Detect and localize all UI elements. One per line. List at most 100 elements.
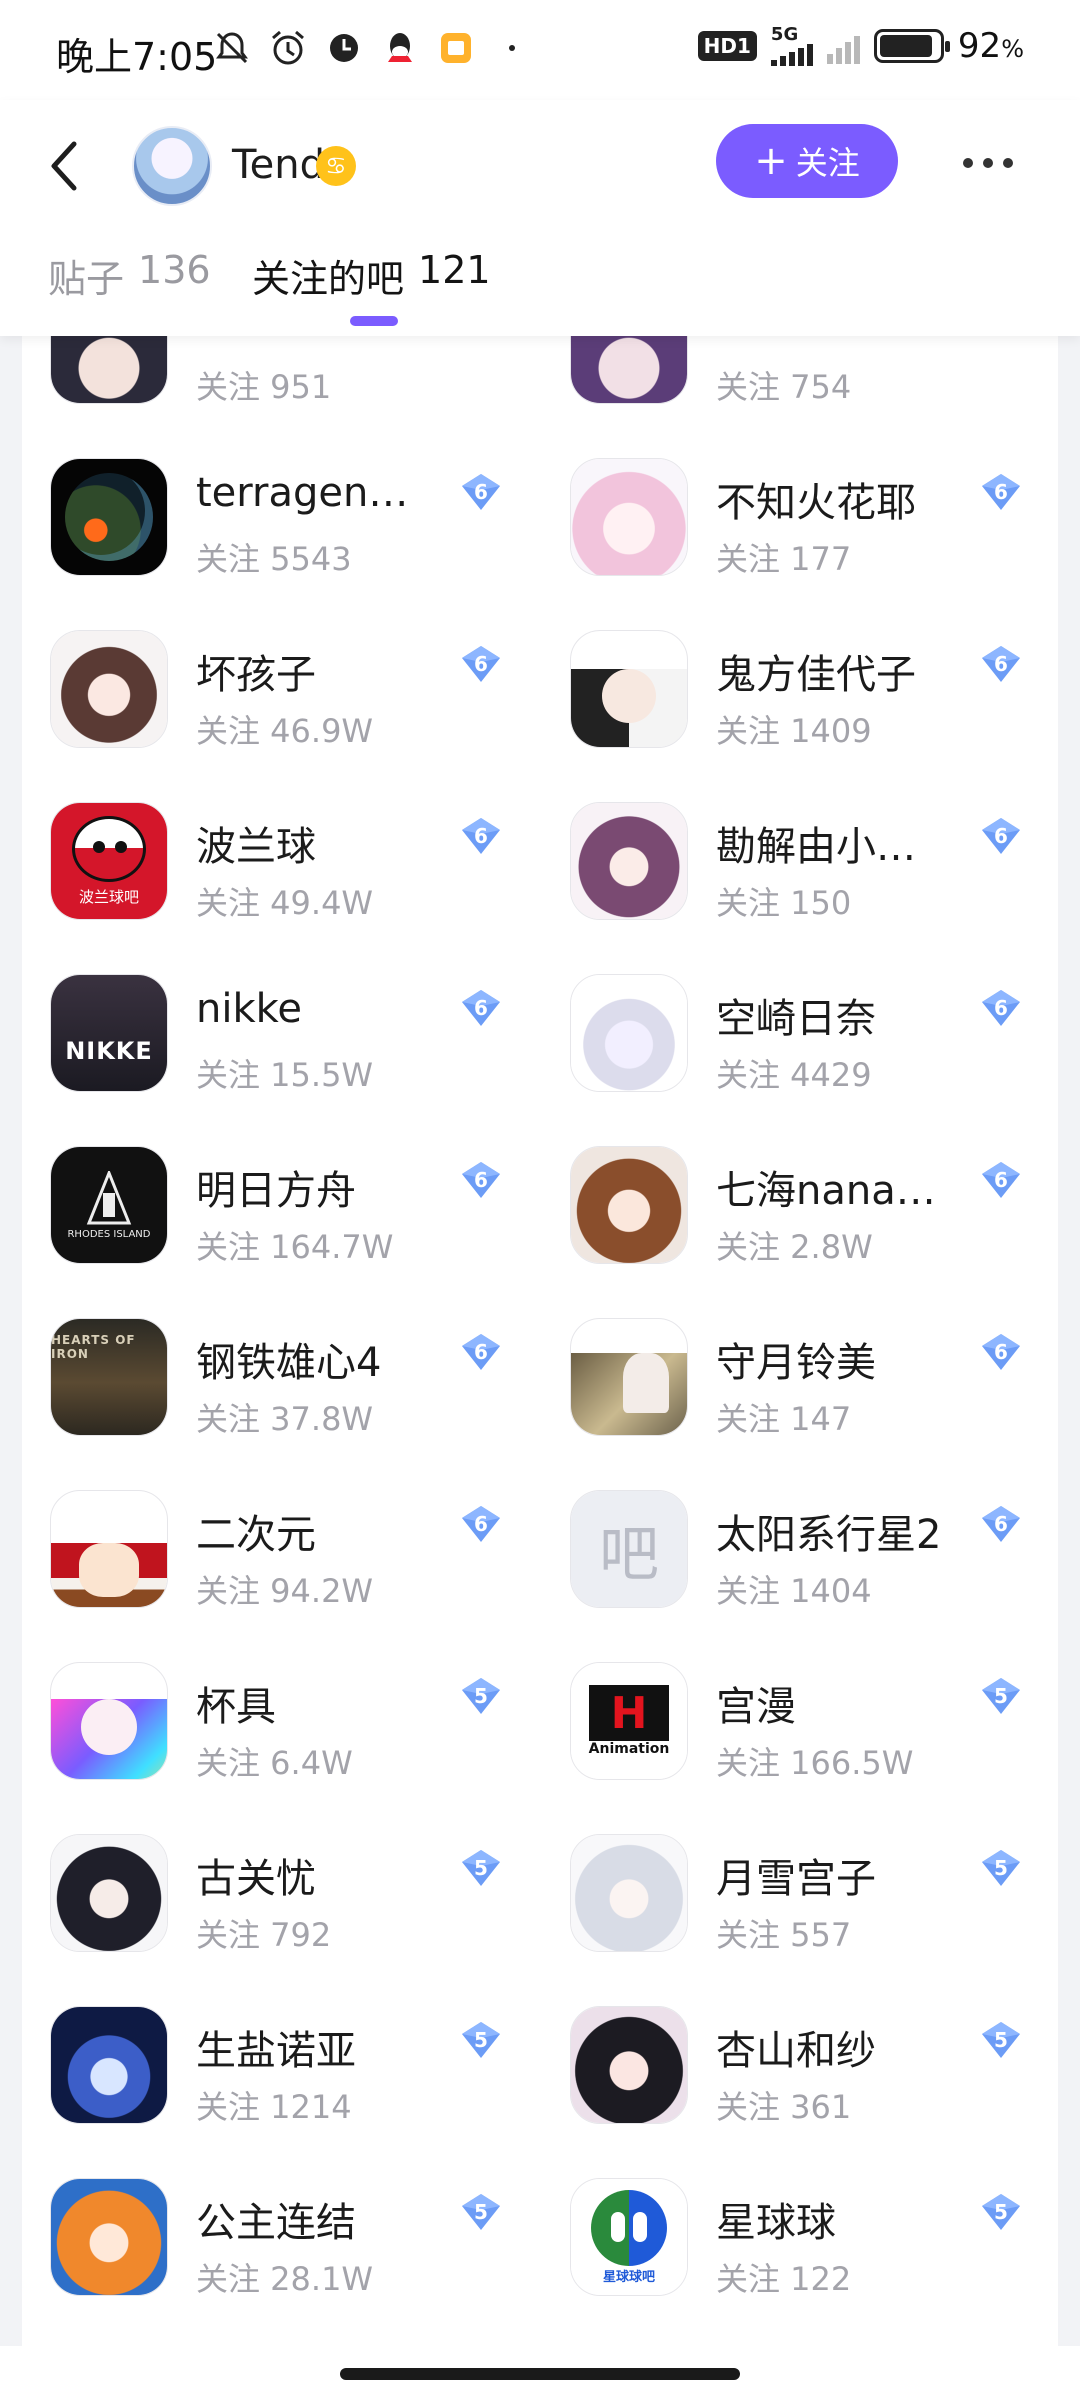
bar-item[interactable]: 公主连结 关注 28.1W 5 bbox=[22, 2144, 542, 2316]
level-number: 6 bbox=[474, 480, 488, 504]
notes-icon bbox=[441, 33, 471, 63]
bar-item[interactable]: 关注 951 bbox=[22, 336, 542, 424]
bar-follower-count: 关注 37.8W bbox=[196, 1400, 374, 1438]
level-number: 5 bbox=[474, 2028, 488, 2052]
bar-avatar bbox=[570, 458, 688, 576]
avatar-text: 波兰球吧 bbox=[78, 887, 139, 906]
bar-name: 不知火花耶 bbox=[716, 480, 916, 526]
bar-avatar bbox=[570, 1146, 688, 1264]
bar-avatar bbox=[570, 802, 688, 920]
bars-row: 关注 951 关注 754 bbox=[22, 336, 1058, 424]
level-badge-icon: 5 bbox=[980, 1676, 1022, 1716]
bar-avatar bbox=[50, 2178, 168, 2296]
bar-item[interactable]: 空崎日奈 关注 4429 6 bbox=[542, 940, 1058, 1112]
bar-item[interactable]: 星球球吧 星球球 关注 122 5 bbox=[542, 2144, 1058, 2316]
bar-item[interactable]: 月雪宫子 关注 557 5 bbox=[542, 1800, 1058, 1972]
chevron-left-icon[interactable] bbox=[40, 134, 96, 198]
level-number: 6 bbox=[474, 652, 488, 676]
bar-name: terragenesis bbox=[196, 470, 432, 516]
status-bar: 晚上7:05 HD1 5G 92% bbox=[0, 0, 1080, 100]
bar-item[interactable]: RHODES ISLAND 明日方舟关注 164.7W 6 bbox=[22, 1112, 542, 1284]
bar-item[interactable]: 坏孩子 关注 46.9W 6 bbox=[22, 596, 542, 768]
level-badge-icon: 6 bbox=[460, 472, 502, 512]
level-badge-icon: 5 bbox=[460, 1848, 502, 1888]
bar-avatar bbox=[50, 458, 168, 576]
level-badge-icon: 6 bbox=[460, 816, 502, 856]
hd-badge: HD1 bbox=[697, 31, 757, 61]
bar-item[interactable]: 不知火花耶关注 177 6 bbox=[542, 424, 1058, 596]
bar-item[interactable]: H Animation 宫漫 关注 166.5W 5 bbox=[542, 1628, 1058, 1800]
follow-button[interactable]: + 关注 bbox=[716, 124, 898, 198]
user-name[interactable]: Tend bbox=[232, 142, 325, 188]
level-badge-icon: 5 bbox=[980, 2192, 1022, 2232]
level-number: 6 bbox=[994, 652, 1008, 676]
bar-item[interactable]: 波兰球吧 波兰球 关注 49.4W 6 bbox=[22, 768, 542, 940]
placeholder-avatar: 吧 bbox=[571, 1491, 687, 1607]
bars-row: 波兰球吧 波兰球 关注 49.4W 6 勘解由小路… 关注 150 6 bbox=[22, 768, 1058, 940]
tab-followed-bars[interactable]: 关注的吧 121 bbox=[252, 248, 491, 303]
level-number: 6 bbox=[474, 1168, 488, 1192]
tab-followed-bars-count: 121 bbox=[418, 248, 491, 292]
bar-item[interactable]: 生盐诺亚 关注 1214 5 bbox=[22, 1972, 542, 2144]
bar-avatar bbox=[50, 1662, 168, 1780]
bar-avatar bbox=[570, 974, 688, 1092]
bar-follower-count: 关注 28.1W bbox=[196, 2260, 374, 2298]
level-number: 6 bbox=[994, 480, 1008, 504]
bar-item[interactable]: 关注 754 bbox=[542, 336, 1058, 424]
bar-item[interactable]: HEARTS OF IRON 钢铁雄心4 关注 37.8W 6 bbox=[22, 1284, 542, 1456]
bar-follower-count: 关注 164.7W bbox=[196, 1228, 394, 1266]
tab-posts-count: 136 bbox=[138, 248, 211, 292]
level-badge-icon: 5 bbox=[460, 1676, 502, 1716]
bar-item[interactable]: 杏山和纱 关注 361 5 bbox=[542, 1972, 1058, 2144]
level-number: 5 bbox=[474, 1684, 488, 1708]
bar-item[interactable]: 勘解由小路… 关注 150 6 bbox=[542, 768, 1058, 940]
level-number: 5 bbox=[474, 1856, 488, 1880]
bar-avatar bbox=[50, 630, 168, 748]
bar-name: nikke bbox=[196, 986, 302, 1032]
followed-bars-list[interactable]: 关注 951 关注 754 terragenesis 关注 5543 6 不知火花耶 关注 … bbox=[22, 336, 1058, 2346]
bar-follower-count: 关注 6.4W bbox=[196, 1744, 353, 1782]
bar-name: 杯具 bbox=[196, 1684, 276, 1730]
bar-item[interactable]: 吧太阳系行星2 关注 1404 6 bbox=[542, 1456, 1058, 1628]
level-badge-icon: 6 bbox=[980, 816, 1022, 856]
bars-row: 生盐诺亚 关注 1214 5 杏山和纱 关注 361 5 bbox=[22, 1972, 1058, 2144]
bar-follower-count: 关注 177 bbox=[716, 540, 852, 578]
tab-posts-label: 贴子 bbox=[48, 257, 125, 301]
bar-item[interactable]: terragenesis 关注 5543 6 bbox=[22, 424, 542, 596]
level-number: 6 bbox=[474, 1340, 488, 1364]
bar-follower-count: 关注 5543 bbox=[196, 540, 352, 578]
plus-icon: + bbox=[754, 138, 788, 184]
bars-grid: 关注 951 关注 754 terragenesis 关注 5543 6 不知火花耶 关注 … bbox=[22, 336, 1058, 2316]
bar-name: 公主连结 bbox=[196, 2200, 356, 2246]
level-badge-icon: 6 bbox=[980, 1504, 1022, 1544]
bar-avatar bbox=[50, 336, 168, 404]
level-number: 6 bbox=[474, 996, 488, 1020]
bar-item[interactable]: NIKKE nikke 关注 15.5W 6 bbox=[22, 940, 542, 1112]
bar-item[interactable]: 鬼方佳代子 关注 1409 6 bbox=[542, 596, 1058, 768]
bar-item[interactable]: 七海nana7mi 关注 2.8W 6 bbox=[542, 1112, 1058, 1284]
avatar[interactable] bbox=[132, 126, 212, 206]
bar-name: 七海nana7mi bbox=[716, 1168, 952, 1214]
level-badge-icon: 6 bbox=[980, 644, 1022, 684]
clock-icon bbox=[330, 34, 358, 62]
home-indicator[interactable] bbox=[340, 2368, 740, 2380]
level-number: 6 bbox=[994, 824, 1008, 848]
bar-item[interactable]: 二次元 关注 94.2W 6 bbox=[22, 1456, 542, 1628]
level-badge-icon: 6 bbox=[460, 1332, 502, 1372]
bars-row: 二次元 关注 94.2W 6 吧太阳系行星2 关注 1404 6 bbox=[22, 1456, 1058, 1628]
bar-follower-count: 关注 2.8W bbox=[716, 1228, 873, 1266]
bar-name: 月雪宫子 bbox=[716, 1856, 876, 1902]
signal-strength-icon bbox=[770, 44, 813, 66]
rhodes-island-logo-icon bbox=[86, 1170, 132, 1224]
bar-avatar: RHODES ISLAND bbox=[50, 1146, 168, 1264]
bar-follower-count: 关注 1404 bbox=[716, 1572, 872, 1610]
bar-follower-count: 关注 94.2W bbox=[196, 1572, 374, 1610]
bar-item[interactable]: 守月铃美 关注 147 6 bbox=[542, 1284, 1058, 1456]
bar-item[interactable]: 古关忧 关注 792 5 bbox=[22, 1800, 542, 1972]
bar-follower-count: 关注 361 bbox=[716, 2088, 852, 2126]
bar-item[interactable]: 杯具关注 6.4W 5 bbox=[22, 1628, 542, 1800]
bar-name: 明日方舟 bbox=[196, 1168, 356, 1214]
level-badge-icon: 6 bbox=[460, 1160, 502, 1200]
tab-posts[interactable]: 贴子 136 bbox=[48, 248, 211, 303]
more-dots-icon[interactable] bbox=[958, 148, 1018, 178]
